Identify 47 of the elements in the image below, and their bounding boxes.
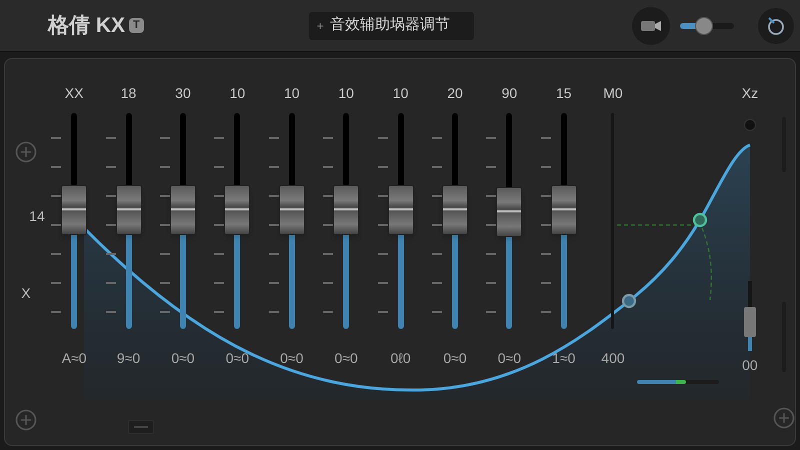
camera-icon (640, 18, 662, 32)
band-label: 10 (230, 85, 246, 101)
axis-label: X (21, 285, 31, 301)
band-value: 0≈0 (498, 350, 522, 366)
camera-button[interactable] (632, 6, 670, 44)
volume-slider[interactable] (680, 16, 734, 34)
band-value: 0≈0 (443, 350, 467, 366)
app-title: 格倩 KX (48, 12, 126, 39)
slider-thumb[interactable] (496, 187, 522, 238)
axis-label: 14 (29, 208, 45, 224)
slider-thumb[interactable] (333, 185, 360, 236)
band-label: 18 (120, 85, 136, 101)
band-label: 10 (284, 85, 300, 101)
settings-button[interactable] (758, 8, 794, 44)
output-label: Xz (742, 85, 758, 101)
meter-thumb[interactable] (744, 307, 756, 337)
band-label: XX (64, 85, 84, 101)
band-value: 0≈0 (280, 350, 304, 366)
settings-icon (765, 14, 787, 36)
slider-thumb[interactable] (695, 16, 714, 34)
band-value: 0≈0 (171, 350, 195, 366)
band-value: 0≈0 (226, 350, 249, 366)
slider-thumb[interactable] (388, 185, 414, 236)
slider-thumb[interactable] (170, 185, 196, 236)
band-value: 0ℓ0 (390, 350, 411, 366)
app-badge: T (129, 18, 144, 33)
search-field[interactable]: + 音效辅助埚器调节 (308, 12, 474, 40)
output-value: 00 (742, 357, 758, 373)
band-value: A≈0 (62, 350, 87, 366)
band-label: M0 (603, 85, 623, 101)
slider-thumb[interactable] (61, 185, 88, 236)
band-label: 10 (392, 85, 408, 101)
slider-thumb[interactable] (550, 185, 577, 236)
band-value: 1≈0 (552, 350, 576, 366)
slider-thumb[interactable] (116, 185, 142, 236)
band-label: 15 (556, 85, 572, 101)
slider-thumb[interactable] (442, 185, 468, 236)
band-value: 400 (601, 350, 625, 366)
band-label: 90 (502, 85, 518, 101)
band-label: 20 (447, 85, 463, 101)
plus-icon: + (316, 16, 324, 34)
band-label: 30 (175, 85, 191, 101)
slider-thumb[interactable] (224, 185, 250, 236)
band-value: 9≈0 (116, 350, 140, 366)
band-label: 10 (338, 85, 354, 101)
slider-thumb[interactable] (278, 185, 305, 236)
band-value: 0≈0 (334, 350, 358, 366)
